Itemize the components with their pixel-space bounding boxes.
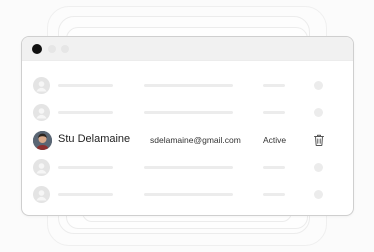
status-placeholder <box>263 166 285 169</box>
email-placeholder <box>144 111 233 114</box>
list-item-placeholder <box>22 154 353 181</box>
status-placeholder <box>263 193 285 196</box>
window-titlebar <box>22 37 353 61</box>
avatar-placeholder-icon <box>33 77 50 94</box>
avatar-placeholder-icon <box>33 104 50 121</box>
user-row[interactable]: Stu Delamaine sdelamaine@gmail.com Activ… <box>22 127 353 154</box>
app-window: Stu Delamaine sdelamaine@gmail.com Activ… <box>21 36 354 216</box>
email-placeholder <box>144 84 233 87</box>
name-placeholder <box>58 84 113 87</box>
maximize-window-button[interactable] <box>61 45 69 53</box>
close-window-button[interactable] <box>32 44 42 54</box>
minimize-window-button[interactable] <box>48 45 56 53</box>
email-placeholder <box>144 166 233 169</box>
list-item-placeholder <box>22 99 353 126</box>
action-placeholder <box>314 163 323 172</box>
list-item-placeholder <box>22 72 353 99</box>
avatar-placeholder-icon <box>33 159 50 176</box>
status-placeholder <box>263 111 285 114</box>
avatar-placeholder-icon <box>33 186 50 203</box>
list-item-placeholder <box>22 181 353 208</box>
action-placeholder <box>314 190 323 199</box>
action-placeholder <box>314 108 323 117</box>
status-placeholder <box>263 84 285 87</box>
action-placeholder <box>314 81 323 90</box>
name-placeholder <box>58 111 113 114</box>
name-placeholder <box>58 166 113 169</box>
user-avatar-icon <box>33 131 52 150</box>
email-placeholder <box>144 193 233 196</box>
user-name: Stu Delamaine <box>58 133 131 145</box>
trash-icon[interactable] <box>312 133 326 147</box>
canvas-background: Stu Delamaine sdelamaine@gmail.com Activ… <box>0 0 374 252</box>
name-placeholder <box>58 193 113 196</box>
status-label: Active <box>263 135 287 145</box>
user-email: sdelamaine@gmail.com <box>150 135 241 145</box>
